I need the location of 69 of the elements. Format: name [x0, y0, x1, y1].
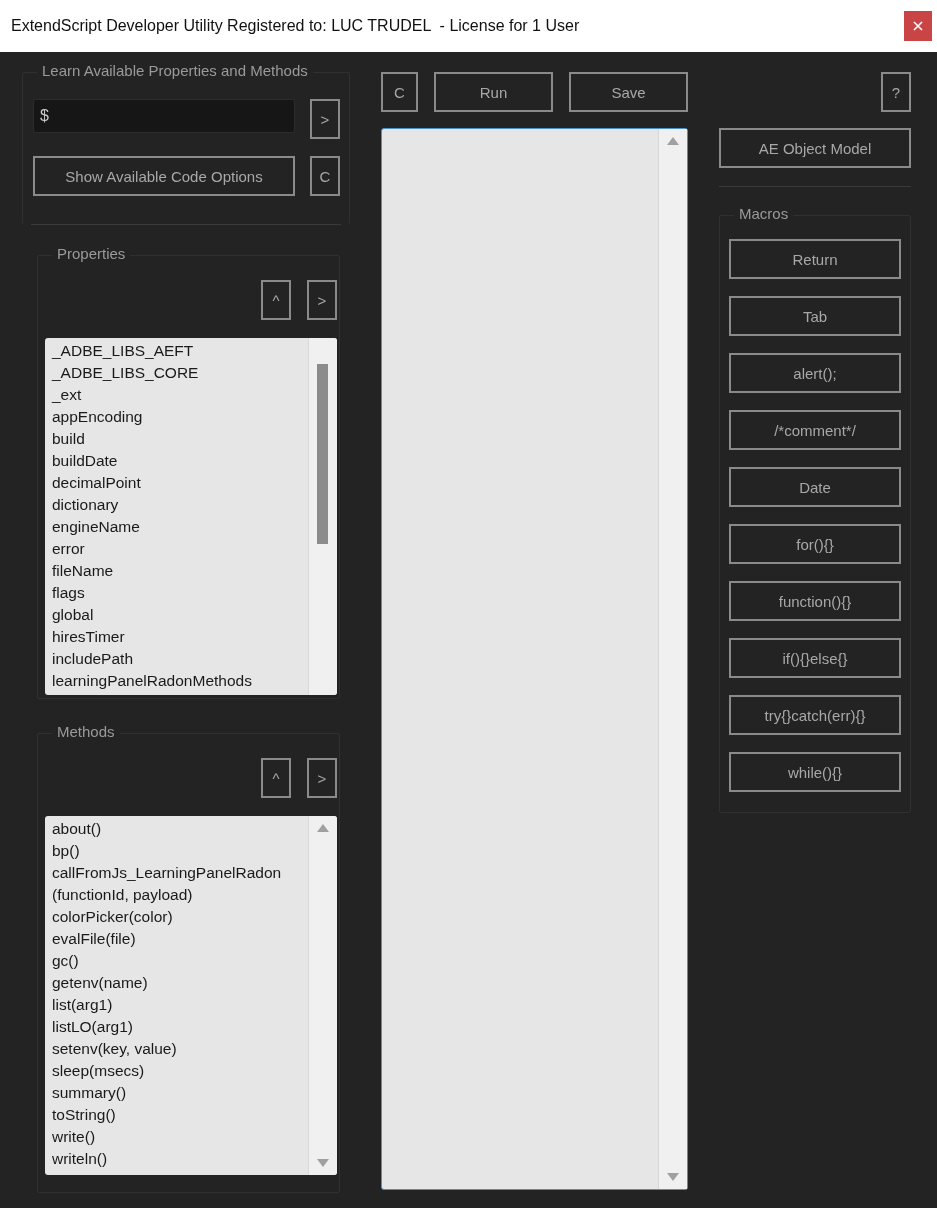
list-item[interactable]: hiresTimer: [52, 626, 308, 648]
up-button[interactable]: ^: [261, 280, 291, 320]
list-item[interactable]: writeln(): [52, 1148, 308, 1170]
macro-button[interactable]: /*comment*/: [729, 410, 901, 450]
clear-button[interactable]: C: [381, 72, 418, 112]
macro-button[interactable]: while(){}: [729, 752, 901, 792]
scroll-up-arrow-icon[interactable]: [667, 137, 679, 145]
macro-button[interactable]: function(){}: [729, 581, 901, 621]
list-item[interactable]: listLO(arg1): [52, 1016, 308, 1038]
macro-button[interactable]: if(){}else{}: [729, 638, 901, 678]
list-item[interactable]: learningPanelRadonMethods: [52, 670, 308, 692]
list-item[interactable]: colorPicker(color): [52, 906, 308, 928]
window-title: ExtendScript Developer Utility Registered to: LUC TRUDEL - License for 1 User: [11, 17, 580, 35]
list-item[interactable]: callFromJs_LearningPanelRadon: [52, 862, 308, 884]
clear-button[interactable]: C: [310, 156, 340, 196]
help-button[interactable]: ?: [881, 72, 911, 112]
object-model-button[interactable]: AE Object Model: [719, 128, 911, 168]
list-item[interactable]: buildDate: [52, 450, 308, 472]
list-item[interactable]: _ADBE_LIBS_AEFT: [52, 340, 308, 362]
macro-button[interactable]: Return: [729, 239, 901, 279]
list-item[interactable]: bp(): [52, 840, 308, 862]
scroll-thumb[interactable]: [317, 364, 328, 544]
list-item[interactable]: summary(): [52, 1082, 308, 1104]
save-button[interactable]: Save: [569, 72, 688, 112]
macro-button[interactable]: try{}catch(err){}: [729, 695, 901, 735]
list-item[interactable]: setenv(key, value): [52, 1038, 308, 1060]
up-button[interactable]: ^: [261, 758, 291, 798]
macro-button[interactable]: Date: [729, 467, 901, 507]
search-field[interactable]: $: [33, 99, 295, 133]
scroll-up-arrow-icon[interactable]: [317, 824, 329, 832]
list-item[interactable]: list(arg1): [52, 994, 308, 1016]
scrollbar[interactable]: [308, 338, 337, 695]
scrollbar[interactable]: [658, 129, 687, 1189]
list-item[interactable]: evalFile(file): [52, 928, 308, 950]
panel-title: Properties: [52, 245, 131, 262]
list-item[interactable]: sleep(msecs): [52, 1060, 308, 1082]
list-item[interactable]: toString(): [52, 1104, 308, 1126]
go-button[interactable]: >: [307, 280, 337, 320]
list-item[interactable]: appEncoding: [52, 406, 308, 428]
list-item[interactable]: about(): [52, 818, 308, 840]
go-button[interactable]: >: [310, 99, 340, 139]
panel-title: Methods: [52, 723, 120, 740]
list-item[interactable]: build: [52, 428, 308, 450]
macro-button[interactable]: alert();: [729, 353, 901, 393]
close-button[interactable]: [904, 11, 932, 41]
list-item[interactable]: gc(): [52, 950, 308, 972]
list-item[interactable]: engineName: [52, 516, 308, 538]
list-item[interactable]: write(): [52, 1126, 308, 1148]
list-item[interactable]: getenv(name): [52, 972, 308, 994]
list-item[interactable]: flags: [52, 582, 308, 604]
go-button[interactable]: >: [307, 758, 337, 798]
list-item[interactable]: includePath: [52, 648, 308, 670]
list-item[interactable]: error: [52, 538, 308, 560]
panel-title: Learn Available Properties and Methods: [37, 62, 313, 79]
scrollbar[interactable]: [308, 816, 337, 1175]
list-item[interactable]: (functionId, payload): [52, 884, 308, 906]
list-item[interactable]: global: [52, 604, 308, 626]
scroll-down-arrow-icon[interactable]: [317, 1159, 329, 1167]
list-item[interactable]: dictionary: [52, 494, 308, 516]
scroll-down-arrow-icon[interactable]: [667, 1173, 679, 1181]
list-item[interactable]: decimalPoint: [52, 472, 308, 494]
run-button[interactable]: Run: [434, 72, 553, 112]
macro-button[interactable]: for(){}: [729, 524, 901, 564]
macro-button[interactable]: Tab: [729, 296, 901, 336]
close-icon: [913, 21, 923, 31]
list-item[interactable]: fileName: [52, 560, 308, 582]
list-item[interactable]: _ext: [52, 384, 308, 406]
show-options-button[interactable]: Show Available Code Options: [33, 156, 295, 196]
list-item[interactable]: _ADBE_LIBS_CORE: [52, 362, 308, 384]
